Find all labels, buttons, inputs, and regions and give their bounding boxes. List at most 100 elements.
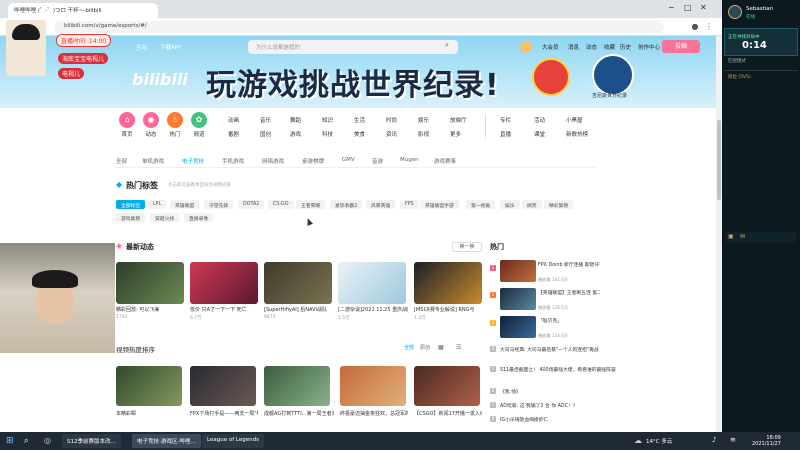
video-title[interactable]: 精彩回放: 可以飞兼: [116, 306, 184, 313]
taskbar-app[interactable]: S12季前赛版本改...: [62, 434, 121, 448]
list-view-icon[interactable]: ☰: [456, 344, 461, 351]
minimize-icon[interactable]: −: [668, 3, 675, 12]
extra-link[interactable]: 活动: [534, 116, 545, 124]
profile-icon[interactable]: ●: [690, 22, 700, 32]
subnav-item[interactable]: 知识: [322, 116, 333, 124]
tag-chip[interactable]: CS:GO: [268, 200, 294, 209]
subnav-item[interactable]: 科技: [322, 130, 333, 138]
rank-item[interactable]: IG小乐嗨放血嗨摸虾仁: [500, 416, 620, 423]
hot-thumbnail[interactable]: [500, 288, 536, 310]
tag-chip[interactable]: 搞笑: [522, 200, 542, 209]
subnav-item[interactable]: 生活: [354, 116, 365, 124]
subnav-item[interactable]: 影视: [418, 130, 429, 138]
subnav-item[interactable]: 更多: [450, 130, 461, 138]
subnav-item[interactable]: 游戏: [290, 130, 301, 138]
nav-favorites[interactable]: 收藏: [604, 43, 615, 51]
subtab[interactable]: 桌游棋牌: [302, 157, 324, 165]
video-title[interactable]: 终极豪迈抽金夜狂欢，总冠军的最强阵容卡: [340, 410, 408, 417]
taskbar-app[interactable]: League of Legends: [202, 434, 264, 448]
nav-creator[interactable]: 创作中心: [638, 43, 660, 51]
subtab[interactable]: 全部: [116, 157, 127, 165]
subtab[interactable]: 单机游戏: [142, 157, 164, 165]
rank-item[interactable]: 《我 他》: [500, 388, 620, 395]
subnav-item[interactable]: 时尚: [386, 116, 397, 124]
hot-thumbnail[interactable]: [500, 260, 536, 282]
scrollbar-thumb[interactable]: [717, 120, 721, 200]
grid-view-icon[interactable]: ▦: [438, 344, 444, 351]
video-thumbnail[interactable]: [264, 366, 330, 406]
subtab[interactable]: 游戏赛事: [434, 157, 456, 165]
taskbar-app-active[interactable]: 电子竞技-游戏区-哔哩...: [132, 434, 201, 448]
network-icon[interactable]: ≋: [730, 436, 736, 444]
tag-chip[interactable]: 风暴英雄: [366, 200, 396, 209]
subtab-active[interactable]: 电子竞技: [182, 157, 204, 165]
subnav-item[interactable]: 美食: [354, 130, 365, 138]
video-title[interactable]: 本精彩瞬: [116, 410, 184, 417]
video-thumbnail[interactable]: [190, 366, 256, 406]
tag-chip[interactable]: FPS: [400, 200, 419, 209]
video-title[interactable]: 【CSGO】新闻17开播一发入魂: [414, 410, 482, 417]
ranking-filter[interactable]: 全部: [404, 344, 414, 351]
url-field[interactable]: bilibili.com/v/game/esports/#/: [54, 21, 664, 33]
extra-link[interactable]: 专栏: [500, 116, 511, 124]
video-thumbnail[interactable]: [414, 366, 480, 406]
tag-chip[interactable]: 游戏集锦: [116, 213, 146, 222]
avatar[interactable]: [520, 41, 532, 53]
video-thumbnail[interactable]: [340, 366, 406, 406]
subnav-item[interactable]: 番剧: [228, 130, 239, 138]
category-dynamic[interactable]: ◉ 动态: [140, 112, 162, 138]
video-title[interactable]: [MSI决赛专业解说] RNG与: [414, 306, 484, 313]
subnav-item[interactable]: 放映厅: [450, 116, 467, 124]
summoner-avatar[interactable]: [728, 5, 742, 19]
subtab[interactable]: 手机游戏: [222, 157, 244, 165]
category-home[interactable]: ⌂ 首页: [116, 112, 138, 138]
tag-chip[interactable]: 直播录像: [184, 213, 214, 222]
upload-button[interactable]: 投稿: [662, 40, 700, 53]
menu-icon[interactable]: ⋮: [704, 22, 714, 32]
refresh-button[interactable]: 换一换: [452, 242, 482, 252]
nav-messages[interactable]: 消息: [568, 43, 579, 51]
hot-item-title[interactable]: FPX Doinb 新厅连播 斯嗯仔老乐乐 搞笑单一起瞎玩: [538, 261, 600, 268]
nav-dynamic[interactable]: 动态: [586, 43, 597, 51]
video-title[interactable]: 成都AG打到TTTI…第一局王者对抗: [264, 410, 334, 417]
extra-link[interactable]: 小黑屋: [566, 116, 583, 124]
tag-chip[interactable]: LPL: [148, 200, 167, 209]
tag-chip[interactable]: 王者荣耀: [296, 200, 326, 209]
search-taskbar-icon[interactable]: ⌕: [24, 436, 28, 446]
video-thumbnail[interactable]: [338, 262, 406, 304]
subtab[interactable]: 音游: [372, 157, 383, 165]
subtab[interactable]: Mugen: [400, 157, 419, 163]
video-thumbnail[interactable]: [264, 262, 332, 304]
subnav-item[interactable]: 舞蹈: [290, 116, 301, 124]
subtab[interactable]: 网络游戏: [262, 157, 284, 165]
search-icon[interactable]: ⌕: [440, 41, 454, 53]
video-thumbnail[interactable]: [190, 262, 258, 304]
friends-icon[interactable]: ▣: [728, 233, 734, 240]
tag-chip-active[interactable]: 全部标签: [116, 200, 146, 209]
video-title[interactable]: 低价 只A了一下一下 死亡: [190, 306, 258, 313]
subnav-item[interactable]: 资讯: [386, 130, 397, 138]
nav-vip[interactable]: 大会员: [542, 43, 559, 51]
tag-chip[interactable]: DOTA2: [238, 200, 265, 209]
rank-item[interactable]: 大司马经典: 大司马最后暴"一个人的连招"再战: [500, 346, 620, 353]
nav-history[interactable]: 历史: [620, 43, 631, 51]
subnav-item[interactable]: 娱乐: [418, 116, 429, 124]
subnav-item[interactable]: 动画: [228, 116, 239, 124]
maximize-icon[interactable]: □: [684, 3, 692, 12]
tag-chip[interactable]: 精彩集锦: [544, 200, 574, 209]
nav-download-app[interactable]: 下载APP: [160, 43, 181, 51]
subnav-item[interactable]: 国创: [260, 130, 271, 138]
extra-link[interactable]: 直播: [500, 130, 511, 138]
tag-chip[interactable]: 星际争霸2: [330, 200, 363, 209]
tag-chip[interactable]: 英雄联盟手游: [420, 200, 459, 209]
close-window-icon[interactable]: ✕: [700, 3, 707, 12]
start-icon[interactable]: ⊞: [6, 436, 14, 446]
video-thumbnail[interactable]: [116, 366, 182, 406]
category-hot[interactable]: ♨ 热门: [164, 112, 186, 138]
extra-link[interactable]: 课堂: [534, 130, 545, 138]
tag-chip[interactable]: 英雄联盟: [170, 200, 200, 209]
taskbar-clock[interactable]: 18:09 2021/11/27: [752, 435, 781, 447]
hot-item-title[interactable]: 【英雄联盟】王者刷五连 第二季收播回顾: [538, 289, 600, 296]
hot-thumbnail[interactable]: [500, 316, 536, 338]
steam-icon[interactable]: ◎: [44, 436, 51, 445]
